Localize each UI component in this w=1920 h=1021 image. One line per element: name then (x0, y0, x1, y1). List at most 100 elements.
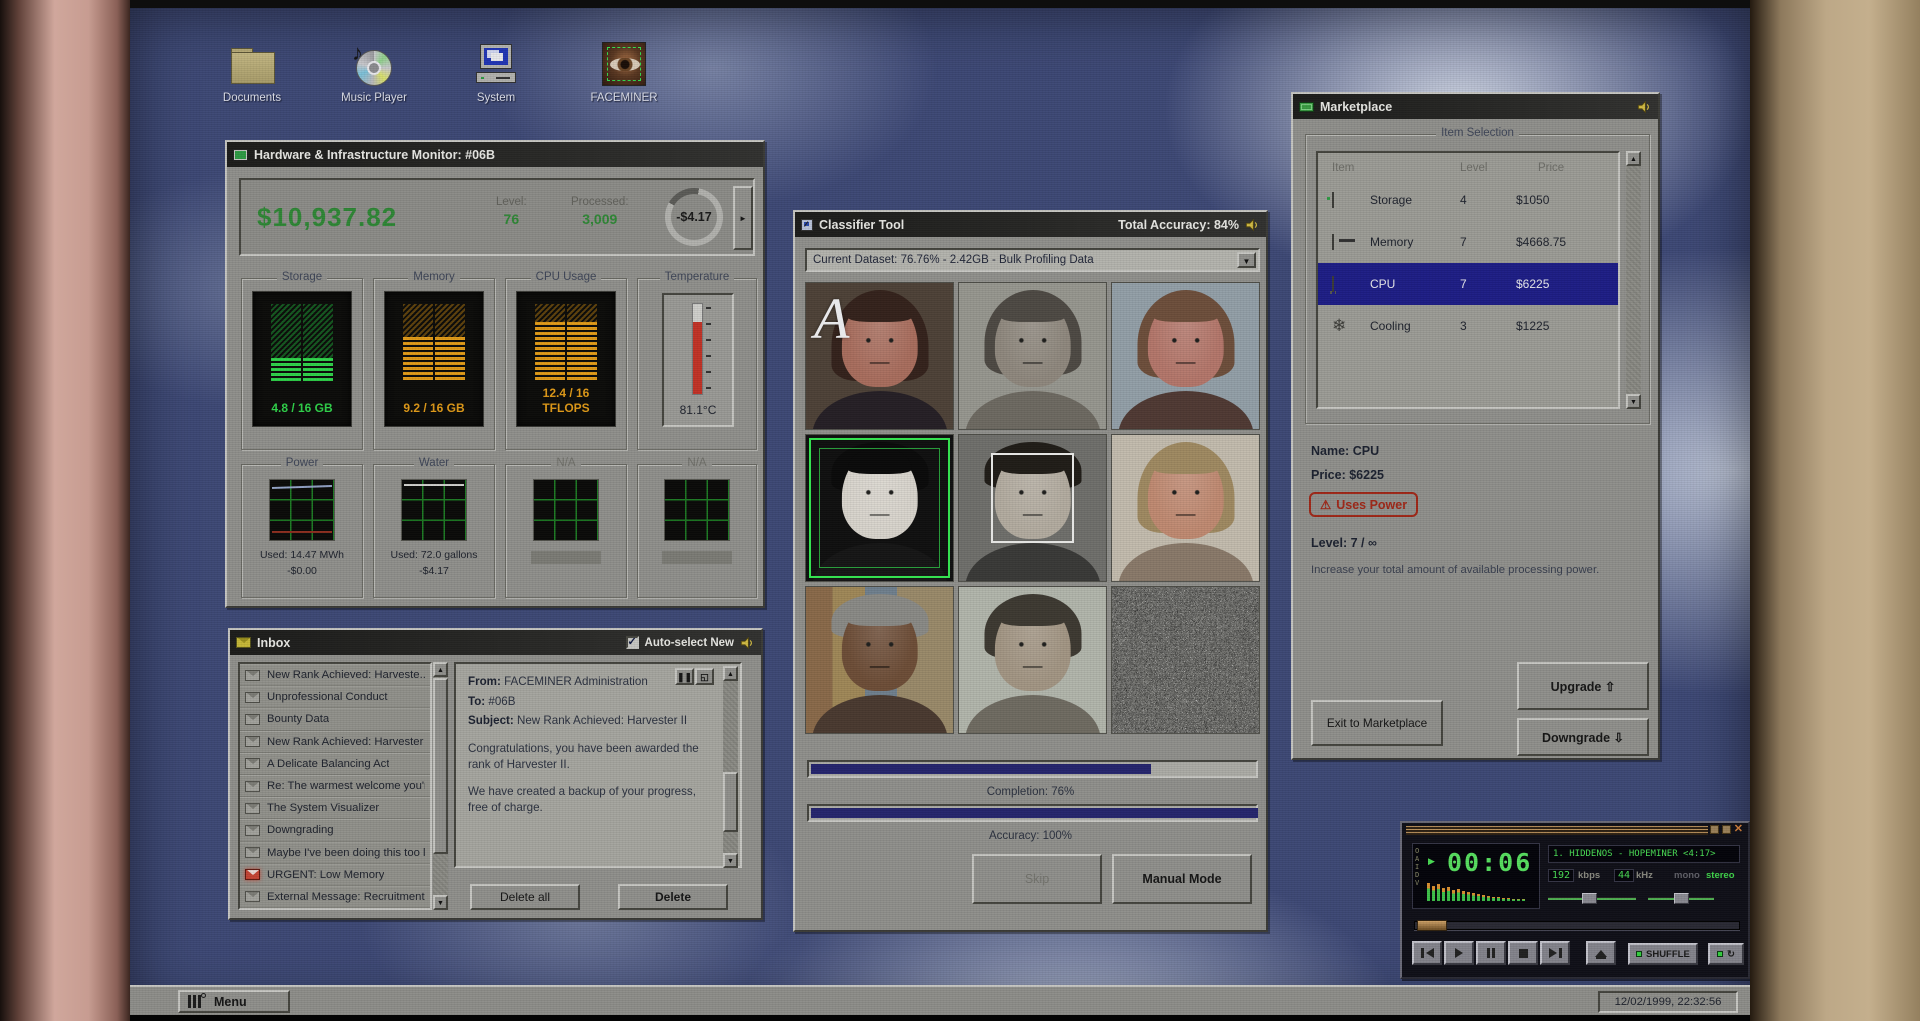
track-title: 1. HIDDENOS - HOPEMINER <4:17> (1548, 845, 1740, 863)
desktop-icon-faceminer[interactable]: FACEMINER (580, 42, 668, 104)
face-cell[interactable] (805, 586, 954, 734)
email-item[interactable]: Maybe I've been doing this too l... (240, 841, 430, 864)
next-track-button[interactable] (1540, 941, 1570, 965)
shuffle-button[interactable]: SHUFFLE (1628, 943, 1698, 965)
scrollbar-thumb[interactable] (723, 772, 738, 832)
desktop-icon-system[interactable]: System (452, 42, 540, 104)
menu-button[interactable]: Menu (178, 990, 290, 1013)
desktop-icon-music-player[interactable]: ♪ Music Player (330, 40, 418, 104)
email-item[interactable]: Re: The warmest welcome you'r... (240, 774, 430, 798)
email-item[interactable]: Unprofessional Conduct (240, 686, 430, 709)
seek-bar[interactable] (1414, 920, 1740, 931)
item-row-cpu-selected[interactable]: CPU 7 $6225 (1318, 263, 1618, 305)
balance-slider[interactable] (1648, 893, 1714, 904)
shade-button[interactable] (1721, 825, 1731, 834)
meter-label: N/A (551, 457, 581, 469)
finance-panel: $10,937.82 Level: 76 Processed: 3,009 -$… (239, 178, 755, 256)
item-row-cooling[interactable]: ❄ Cooling 3 $1225 (1318, 305, 1618, 347)
to-label: To: (468, 694, 486, 708)
downgrade-button[interactable]: Downgrade ⇩ (1517, 718, 1649, 756)
stop-button[interactable] (1508, 941, 1538, 965)
email-item[interactable]: The System Visualizer (240, 797, 430, 820)
slider-thumb[interactable] (1674, 893, 1689, 904)
progress-fill (811, 808, 1258, 818)
player-lcd: OAIDV ▶ 00:06 (1412, 843, 1540, 909)
email-item-urgent[interactable]: URGENT: Low Memory (240, 863, 430, 886)
speaker-icon[interactable] (740, 636, 755, 650)
envelope-icon (245, 758, 260, 770)
email-subject: URGENT: Low Memory (267, 868, 385, 881)
scroll-down-arrow[interactable]: ▼ (723, 853, 738, 868)
previous-track-button[interactable] (1412, 941, 1442, 965)
exit-to-marketplace-button[interactable]: Exit to Marketplace (1311, 700, 1443, 746)
expand-panel-button[interactable]: ► (733, 186, 753, 250)
classifier-window: Classifier Tool Total Accuracy: 84% Curr… (793, 210, 1268, 932)
scrollbar-thumb[interactable] (433, 678, 448, 854)
scroll-up-arrow[interactable]: ▲ (723, 666, 738, 681)
scroll-up-arrow[interactable]: ▲ (433, 662, 448, 677)
meter-cost: -$4.17 (419, 565, 449, 577)
minimize-button[interactable] (1709, 825, 1719, 834)
manual-mode-button[interactable]: Manual Mode (1112, 854, 1252, 904)
speaker-icon[interactable] (1245, 218, 1260, 232)
face-cell[interactable] (1111, 434, 1260, 582)
face-cell[interactable] (1111, 282, 1260, 430)
pause-button[interactable] (1476, 941, 1506, 965)
email-item[interactable]: External Message: Recruitment (240, 885, 430, 908)
volume-slider[interactable] (1548, 893, 1636, 904)
email-subject: External Message: Recruitment (267, 890, 425, 903)
email-subject: Maybe I've been doing this too l... (267, 846, 425, 859)
clutterbar[interactable]: OAIDV (1415, 847, 1422, 887)
gauge-value: 4.8 / 16 GB (271, 401, 333, 415)
dataset-value: Current Dataset: 76.76% - 2.42GB - Bulk … (813, 254, 1094, 266)
dropdown-arrow-button[interactable]: ▼ (1237, 252, 1256, 268)
item-list-scrollbar[interactable]: ▲ ▼ (1626, 151, 1641, 409)
play-button[interactable] (1444, 941, 1474, 965)
item-row-storage[interactable]: Storage 4 $1050 (1318, 179, 1618, 221)
gauge-label: CPU Usage (530, 271, 602, 283)
email-item[interactable]: New Rank Achieved: Harveste... (240, 664, 430, 687)
delete-all-button[interactable]: Delete all (470, 884, 580, 910)
face-cell[interactable]: A (805, 282, 954, 430)
classifier-titlebar[interactable]: Classifier Tool Total Accuracy: 84% (795, 212, 1266, 237)
item-row-memory[interactable]: Memory 7 $4668.75 (1318, 221, 1618, 263)
email-list-scrollbar[interactable]: ▲ ▼ (433, 662, 448, 910)
delete-button[interactable]: Delete (618, 884, 728, 910)
popout-button[interactable]: ◱ (695, 668, 714, 685)
email-item[interactable]: Bounty Data (240, 708, 430, 731)
face-cell[interactable] (958, 586, 1107, 734)
noise-cell[interactable] (1111, 586, 1260, 734)
close-button[interactable]: ✕ (1734, 824, 1743, 835)
marketplace-titlebar[interactable]: Marketplace (1293, 94, 1658, 119)
email-item[interactable]: Downgrading (240, 819, 430, 842)
slider-thumb[interactable] (1582, 893, 1597, 904)
scroll-up-arrow[interactable]: ▲ (1626, 151, 1641, 166)
speaker-icon[interactable] (1637, 100, 1652, 114)
face-cell[interactable] (958, 434, 1107, 582)
face-cell[interactable] (958, 282, 1107, 430)
eject-button[interactable] (1586, 941, 1616, 965)
scroll-down-arrow[interactable]: ▼ (433, 895, 448, 910)
repeat-button[interactable]: ↻ (1708, 943, 1744, 965)
hardware-monitor-titlebar[interactable]: Hardware & Infrastructure Monitor: #06B (227, 142, 763, 167)
auto-select-checkbox[interactable]: ✓ (625, 636, 639, 649)
seek-handle[interactable] (1417, 920, 1447, 931)
upgrade-button[interactable]: Upgrade ⇧ (1517, 662, 1649, 710)
na-placeholder-bar (662, 551, 732, 564)
skip-button[interactable]: Skip (972, 854, 1102, 904)
dataset-dropdown[interactable]: Current Dataset: 76.76% - 2.42GB - Bulk … (805, 248, 1260, 272)
email-item[interactable]: A Delicate Balancing Act (240, 752, 430, 775)
desktop-icon-documents[interactable]: Documents (208, 42, 296, 104)
power-graph (269, 479, 335, 541)
shuffle-led (1636, 951, 1642, 957)
face-cell-selected[interactable] (805, 434, 954, 582)
icon-label: Documents (222, 92, 282, 104)
pause-button[interactable]: ❚❚ (675, 668, 694, 685)
email-subject: Bounty Data (267, 713, 330, 726)
scroll-down-arrow[interactable]: ▼ (1626, 394, 1641, 409)
envelope-icon (245, 736, 260, 748)
reading-pane-scrollbar[interactable]: ▲ ▼ (723, 666, 738, 868)
inbox-titlebar[interactable]: Inbox ✓ Auto-select New (230, 630, 761, 655)
player-titlebar[interactable] (1406, 826, 1708, 835)
email-item[interactable]: New Rank Achieved: Harvester I (240, 730, 430, 753)
